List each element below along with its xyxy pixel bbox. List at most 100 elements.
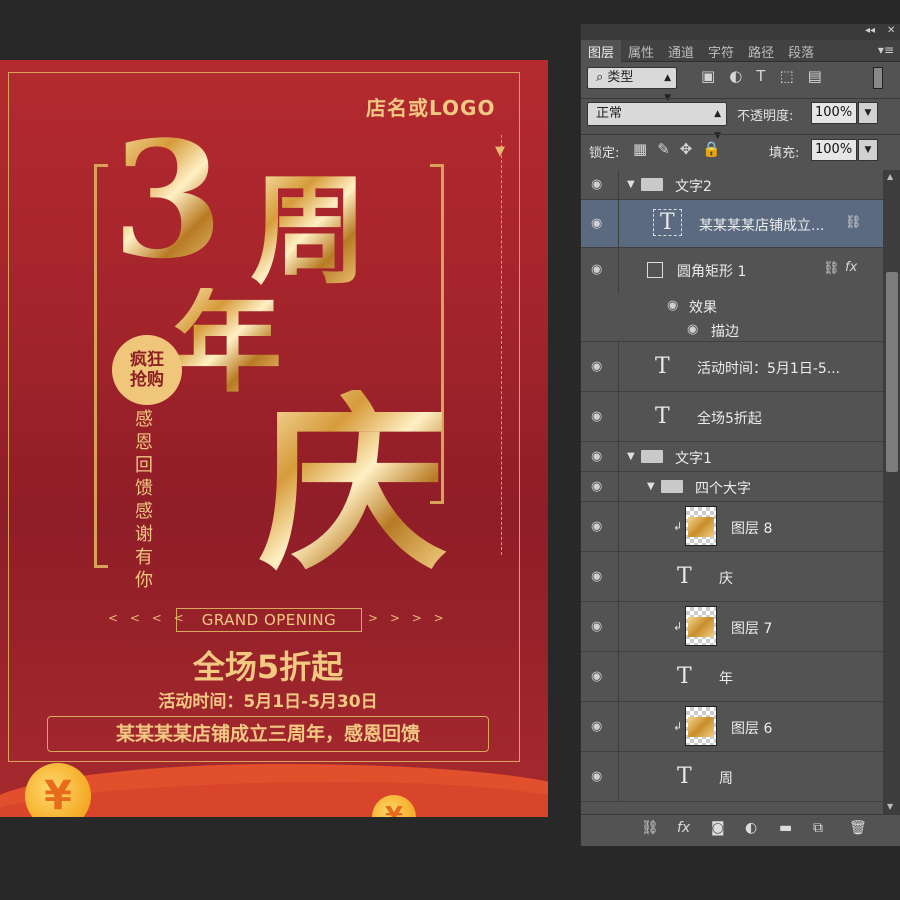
opacity-dropdown[interactable]: ▼ (858, 102, 878, 124)
layer-shape-row[interactable]: ◉ 圆角矩形 1 ⛓ fx (581, 248, 883, 340)
fill-dropdown[interactable]: ▼ (858, 139, 878, 161)
grand-opening-row: < < < < GRAND OPENING > > > > (0, 608, 548, 632)
layer-image-row[interactable]: ◉ ↲ 图层 8 (581, 502, 883, 552)
layer-name: 四个大字 (695, 481, 751, 497)
layer-image-row[interactable]: ◉ ↲ 图层 6 (581, 702, 883, 752)
eye-icon[interactable]: ◉ (591, 449, 602, 464)
add-mask-icon[interactable]: ◙ (711, 820, 725, 836)
eye-icon[interactable]: ◉ (591, 359, 602, 374)
tab-paragraph[interactable]: 段落 (781, 40, 821, 62)
shape-filter-icon[interactable]: ⬚ (779, 67, 807, 85)
gold-texture (688, 517, 714, 537)
new-layer-icon[interactable]: ⧉ (813, 820, 823, 836)
lock-move-icon[interactable]: ✥ (680, 140, 703, 158)
layer-group-row[interactable]: ◉ ▼ 四个大字 (581, 472, 883, 502)
eye-icon[interactable]: ◉ (591, 262, 602, 277)
layer-image-row[interactable]: ◉ ↲ 图层 7 (581, 602, 883, 652)
chevron-down-icon[interactable]: ▼ (647, 481, 655, 492)
collapse-icon[interactable]: ◂◂ (865, 25, 875, 36)
eye-icon[interactable]: ◉ (591, 479, 602, 494)
layers-bottom-toolbar: ⛓ fx ◙ ◐ ▬ ⧉ 🗑 (581, 814, 900, 842)
layer-name: 全场5折起 (697, 411, 762, 427)
sale-headline: 全场5折起 (192, 648, 344, 686)
lock-label: 锁定: (589, 146, 620, 161)
panel-menu-icon[interactable]: ▾≡ (878, 43, 894, 57)
adjustment-layer-icon[interactable]: ◐ (745, 820, 757, 836)
tab-properties[interactable]: 属性 (621, 40, 661, 62)
filter-kind-value: 类型 (607, 70, 634, 85)
link-icon[interactable]: ⛓ (823, 261, 840, 276)
eye-icon[interactable]: ◉ (687, 322, 698, 337)
document-canvas[interactable]: 店名或LOGO ▼ 3 周 年 庆 疯狂 抢购 感恩回馈感谢有你 < < < <… (0, 60, 548, 817)
eye-icon[interactable]: ◉ (667, 298, 678, 313)
layer-text-row[interactable]: ◉ T 年 (581, 652, 883, 702)
layer-text-row[interactable]: ◉ T 全场5折起 (581, 392, 883, 442)
lock-row: 锁定: ▦✎✥🔒 填充: 100% ▼ (581, 138, 900, 164)
adjustment-filter-icon[interactable]: ◐ (729, 67, 756, 85)
scroll-down-icon[interactable]: ▼ (887, 802, 893, 811)
eye-icon[interactable]: ◉ (591, 409, 602, 424)
big-char-qing: 庆 (258, 373, 449, 596)
image-filter-icon[interactable]: ▣ (701, 67, 729, 85)
opacity-input[interactable]: 100% (811, 102, 857, 124)
eye-icon[interactable]: ◉ (591, 619, 602, 634)
eye-icon[interactable]: ◉ (591, 177, 602, 192)
clipping-mask-icon: ↲ (673, 520, 683, 533)
layer-text-row-selected[interactable]: ◉ T 某某某某店铺成立... ⛓ (581, 200, 883, 248)
layer-effects-row[interactable]: ◉ 效果 (581, 294, 883, 318)
layer-group-row[interactable]: ◉ ▼ 文字1 (581, 442, 883, 472)
tab-channels[interactable]: 通道 (661, 40, 701, 62)
fx-icon[interactable]: fx (845, 260, 857, 275)
filter-toggle-switch[interactable] (873, 67, 883, 89)
gold-texture (688, 617, 714, 637)
tab-layers[interactable]: 图层 (581, 40, 622, 62)
close-icon[interactable]: ✕ (887, 25, 895, 36)
layer-text-row[interactable]: ◉ T 周 (581, 752, 883, 802)
scrollbar-thumb[interactable] (886, 272, 898, 472)
eye-icon[interactable]: ◉ (591, 769, 602, 784)
eye-icon[interactable]: ◉ (591, 519, 602, 534)
lock-transparency-icon[interactable]: ▦ (633, 140, 657, 158)
tab-character[interactable]: 字符 (701, 40, 741, 62)
chevron-down-icon[interactable]: ▼ (627, 451, 635, 462)
blend-row: 正常 ▲ ▼ 不透明度: 100% ▼ (581, 102, 900, 141)
tab-paths[interactable]: 路径 (741, 40, 781, 62)
slogan-banner: 某某某某店铺成立三周年，感恩回馈 (47, 716, 489, 752)
blend-mode-value: 正常 (596, 106, 623, 121)
big-char-zhou: 周 (250, 161, 369, 300)
layer-name: 图层 8 (731, 521, 773, 537)
layer-name: 图层 6 (731, 721, 773, 737)
scroll-up-icon[interactable]: ▲ (887, 172, 893, 181)
chevron-down-icon[interactable]: ▼ (627, 179, 635, 190)
eye-icon[interactable]: ◉ (591, 569, 602, 584)
link-layers-icon[interactable]: ⛓ (641, 820, 659, 836)
trash-icon[interactable]: 🗑 (849, 820, 867, 836)
layers-list: ◉ ▼ 文字2 ◉ T 某某某某店铺成立... ⛓ ◉ 圆角矩形 1 ⛓ fx (581, 170, 883, 814)
eye-icon[interactable]: ◉ (591, 216, 602, 231)
layers-scrollbar[interactable] (883, 170, 900, 814)
panel-title-bar: ◂◂ ✕ (581, 24, 900, 40)
layer-text-row[interactable]: ◉ T 活动时间：5月1日-5... (581, 342, 883, 392)
lock-paint-icon[interactable]: ✎ (657, 140, 680, 158)
panel-tabs: 图层 属性 通道 字符 路径 段落 ▾≡ (581, 40, 900, 62)
blend-mode-select[interactable]: 正常 ▲ ▼ (587, 102, 727, 141)
filter-kind-select[interactable]: ⌕ 类型 ▲▼ (587, 67, 677, 103)
type-filter-icon[interactable]: T (756, 67, 779, 85)
fill-input[interactable]: 100% (811, 139, 857, 161)
smart-object-filter-icon[interactable]: ▤ (808, 67, 836, 85)
layer-name: 圆角矩形 1 (677, 264, 747, 280)
eye-icon[interactable]: ◉ (591, 719, 602, 734)
eye-icon[interactable]: ◉ (591, 669, 602, 684)
layer-stroke-effect-row[interactable]: ◉ 描边 (581, 318, 883, 342)
new-group-icon[interactable]: ▬ (779, 820, 792, 836)
yuan-coin-icon: ¥ (25, 763, 91, 817)
layer-group-row[interactable]: ◉ ▼ 文字2 (581, 170, 883, 200)
link-icon[interactable]: ⛓ (845, 215, 862, 230)
lock-all-icon[interactable]: 🔒 (702, 140, 731, 158)
add-style-fx-icon[interactable]: fx (677, 820, 690, 836)
folder-icon (641, 450, 663, 463)
layer-text-row[interactable]: ◉ T 庆 (581, 552, 883, 602)
clipping-mask-icon: ↲ (673, 620, 683, 633)
layer-name: 周 (719, 771, 733, 787)
layer-name: 庆 (719, 571, 733, 587)
